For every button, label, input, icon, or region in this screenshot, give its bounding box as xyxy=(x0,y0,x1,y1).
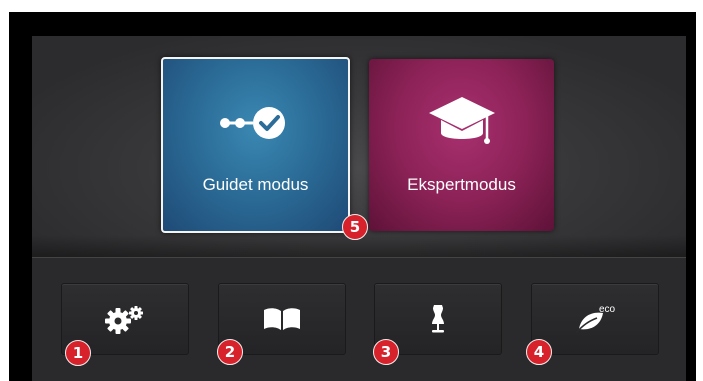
callout-badge-1: 1 xyxy=(65,340,91,366)
gears-icon xyxy=(105,306,143,334)
callout-badge-3: 3 xyxy=(373,339,399,365)
eco-leaf-icon: eco xyxy=(575,304,616,334)
guided-progress-icon xyxy=(163,93,348,153)
callout-badge-4: 4 xyxy=(526,339,552,365)
eco-text: eco xyxy=(599,304,616,315)
guided-mode-label: Guidet modus xyxy=(202,175,309,194)
graduation-cap-icon xyxy=(369,93,554,153)
dress-form-icon xyxy=(432,305,444,333)
callout-badge-2: 2 xyxy=(217,339,243,365)
callout-badge-5: 5 xyxy=(342,214,368,240)
expert-mode-tile[interactable]: Ekspertmodus xyxy=(369,59,554,231)
guided-mode-tile[interactable]: Guidet modus xyxy=(161,57,350,233)
expert-mode-label: Ekspertmodus xyxy=(407,175,516,194)
eco-button[interactable]: eco xyxy=(531,283,659,355)
screen: Guidet modus Ekspertmodus eco xyxy=(32,36,686,381)
bottom-toolbar: eco xyxy=(32,257,686,381)
book-icon xyxy=(264,308,300,330)
